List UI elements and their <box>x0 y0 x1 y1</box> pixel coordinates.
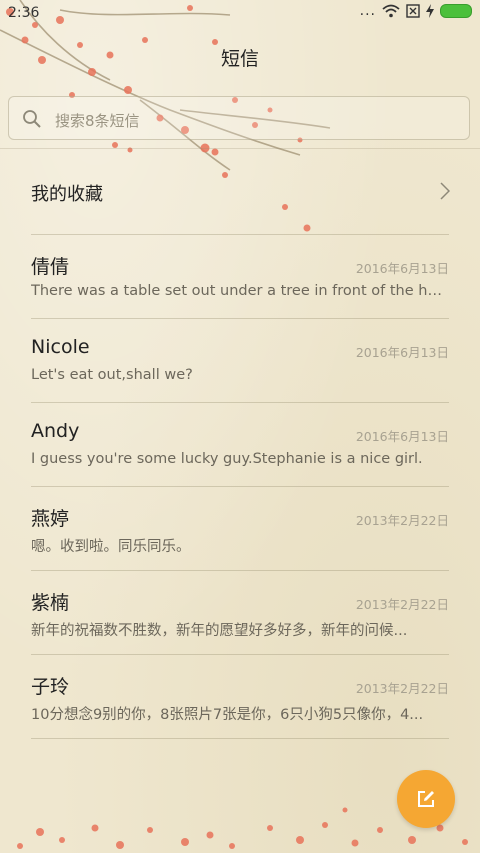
message-preview: 嗯。收到啦。同乐同乐。 <box>31 539 191 555</box>
message-preview: Let's eat out,shall we? <box>31 367 193 383</box>
message-preview: I guess you're some lucky guy.Stephanie … <box>31 451 423 467</box>
chevron-right-icon <box>440 182 450 200</box>
search-input[interactable]: 搜索8条短信 <box>8 96 470 140</box>
favorites-row[interactable]: 我的收藏 <box>0 150 480 234</box>
charging-icon <box>426 4 434 18</box>
message-preview: 新年的祝福数不胜数，新年的愿望好多好多，新年的问候... <box>31 623 408 639</box>
contact-name: 倩倩 <box>31 256 70 278</box>
message-preview: 10分想念9别的你，8张照片7张是你，6只小狗5只像你，4... <box>31 707 424 723</box>
contact-name: 燕婷 <box>31 508 70 530</box>
contact-name: Andy <box>31 420 80 442</box>
message-date: 2016年6月13日 <box>355 261 449 276</box>
contact-name: 紫楠 <box>31 592 70 614</box>
contact-name: Nicole <box>31 336 90 358</box>
search-icon <box>23 110 41 128</box>
more-dots: ... <box>359 3 376 19</box>
battery-icon <box>440 4 472 18</box>
message-row[interactable]: 紫楠 2013年2月22日 新年的祝福数不胜数，新年的愿望好多好多，新年的问候.… <box>0 570 480 654</box>
message-date: 2016年6月13日 <box>355 345 449 360</box>
compose-button[interactable] <box>397 770 455 828</box>
wifi-icon <box>382 4 400 18</box>
message-preview: There was a table set out under a tree i… <box>31 283 447 299</box>
status-bar: 2:36 ... <box>0 0 480 28</box>
search-placeholder: 搜索8条短信 <box>55 112 140 130</box>
message-date: 2013年2月22日 <box>355 681 449 696</box>
sim-off-icon <box>406 4 420 18</box>
status-time: 2:36 <box>8 5 40 21</box>
message-row[interactable]: Nicole 2016年6月13日 Let's eat out,shall we… <box>0 318 480 402</box>
message-date: 2016年6月13日 <box>355 429 449 444</box>
compose-icon <box>418 791 434 807</box>
contact-name: 子玲 <box>31 676 70 698</box>
favorites-label: 我的收藏 <box>31 184 103 205</box>
message-row[interactable]: Andy 2016年6月13日 I guess you're some luck… <box>0 402 480 486</box>
divider <box>31 738 449 739</box>
message-date: 2013年2月22日 <box>355 513 449 528</box>
message-row[interactable]: 燕婷 2013年2月22日 嗯。收到啦。同乐同乐。 <box>0 486 480 570</box>
message-row[interactable]: 倩倩 2016年6月13日 There was a table set out … <box>0 234 480 318</box>
page-title: 短信 <box>220 48 259 70</box>
message-date: 2013年2月22日 <box>355 597 449 612</box>
message-row[interactable]: 子玲 2013年2月22日 10分想念9别的你，8张照片7张是你，6只小狗5只像… <box>0 654 480 738</box>
header-divider <box>0 148 480 149</box>
